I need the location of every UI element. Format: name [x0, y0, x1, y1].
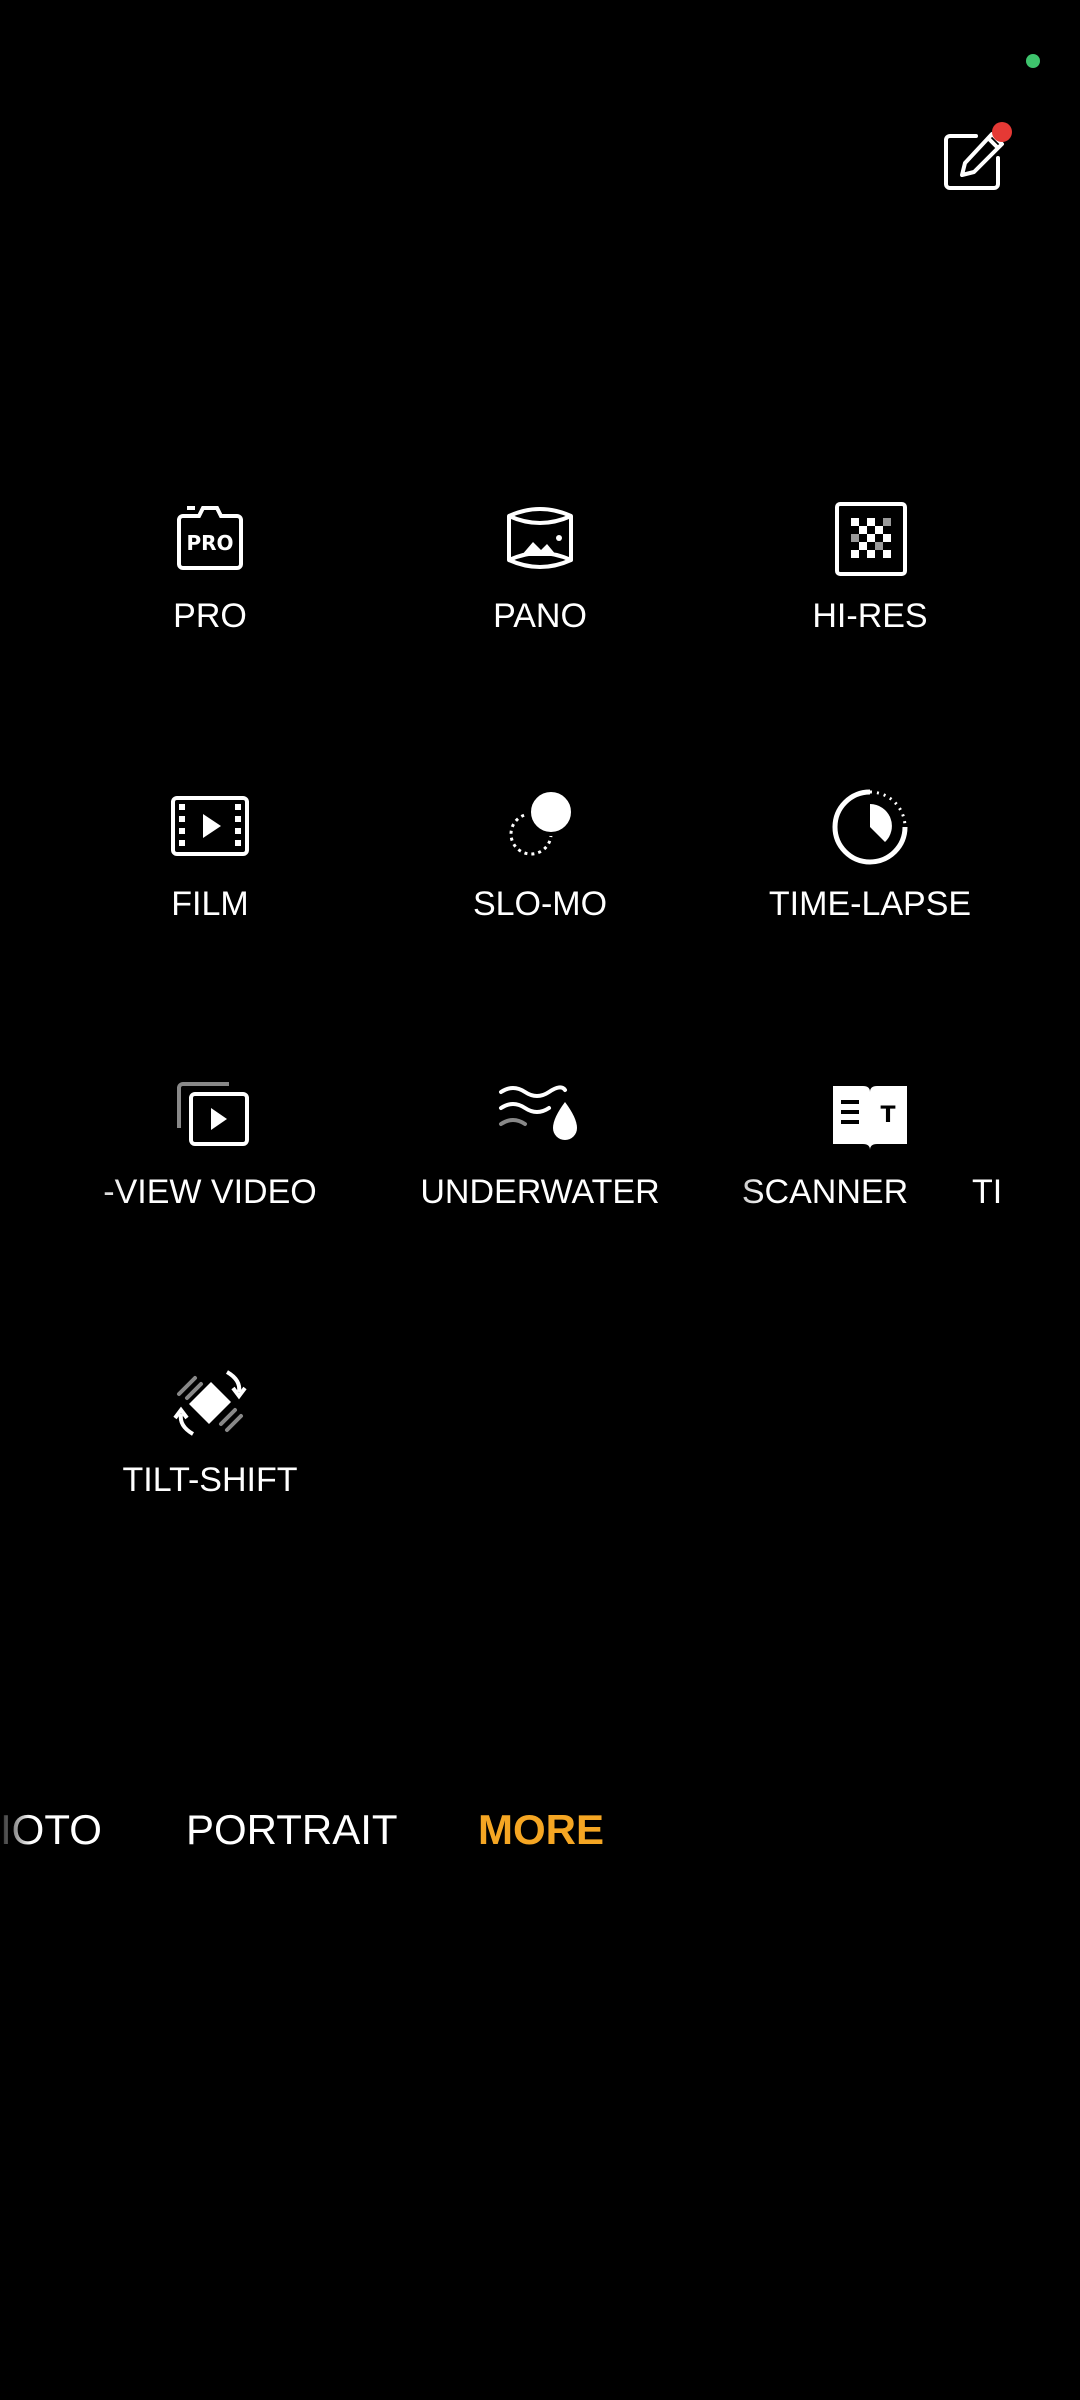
hi-res-icon — [825, 494, 915, 584]
mode-label: HI-RES — [812, 597, 928, 635]
tab-photo[interactable]: IOTO — [0, 1800, 102, 1860]
svg-text:T: T — [880, 1103, 895, 1128]
mode-film[interactable]: FILM — [45, 782, 375, 962]
svg-text:PRO: PRO — [186, 531, 233, 555]
mode-label: TILT-SHIFT — [122, 1461, 298, 1499]
mode-slo-mo[interactable]: SLO-MO — [375, 782, 705, 962]
mode-label: TIME-LAPSE — [768, 885, 972, 923]
panorama-icon — [495, 494, 585, 584]
mode-hi-res[interactable]: HI-RES — [705, 494, 1035, 674]
mode-time-lapse[interactable]: TIME-LAPSE — [705, 782, 1035, 962]
status-indicator-dot — [1026, 54, 1040, 68]
slo-mo-icon — [495, 782, 585, 872]
tilt-shift-icon — [165, 1358, 255, 1448]
mode-label: TI — [972, 1173, 1000, 1211]
underwater-icon — [495, 1070, 585, 1160]
time-lapse-icon — [825, 782, 915, 872]
camera-mode-tabs: IOTO PORTRAIT MORE — [0, 1800, 1080, 1860]
dual-view-video-icon — [165, 1070, 255, 1160]
mode-underwater[interactable]: UNDERWATER — [375, 1070, 705, 1250]
mode-pro[interactable]: PRO PRO — [45, 494, 375, 674]
scanner-icon: T — [825, 1070, 915, 1160]
pro-camera-icon: PRO — [165, 494, 255, 584]
tab-more[interactable]: MORE — [478, 1800, 604, 1860]
tab-portrait[interactable]: PORTRAIT — [186, 1800, 398, 1860]
mode-offscreen[interactable]: TI — [972, 1070, 1002, 1250]
film-icon — [165, 782, 255, 872]
mode-dual-view-video[interactable]: -VIEW VIDEO — [45, 1070, 375, 1250]
mode-label: SCANNER — [741, 1173, 909, 1211]
mode-tilt-shift[interactable]: TILT-SHIFT — [45, 1358, 375, 1538]
mode-pano[interactable]: PANO — [375, 494, 705, 674]
notification-badge — [992, 122, 1012, 142]
